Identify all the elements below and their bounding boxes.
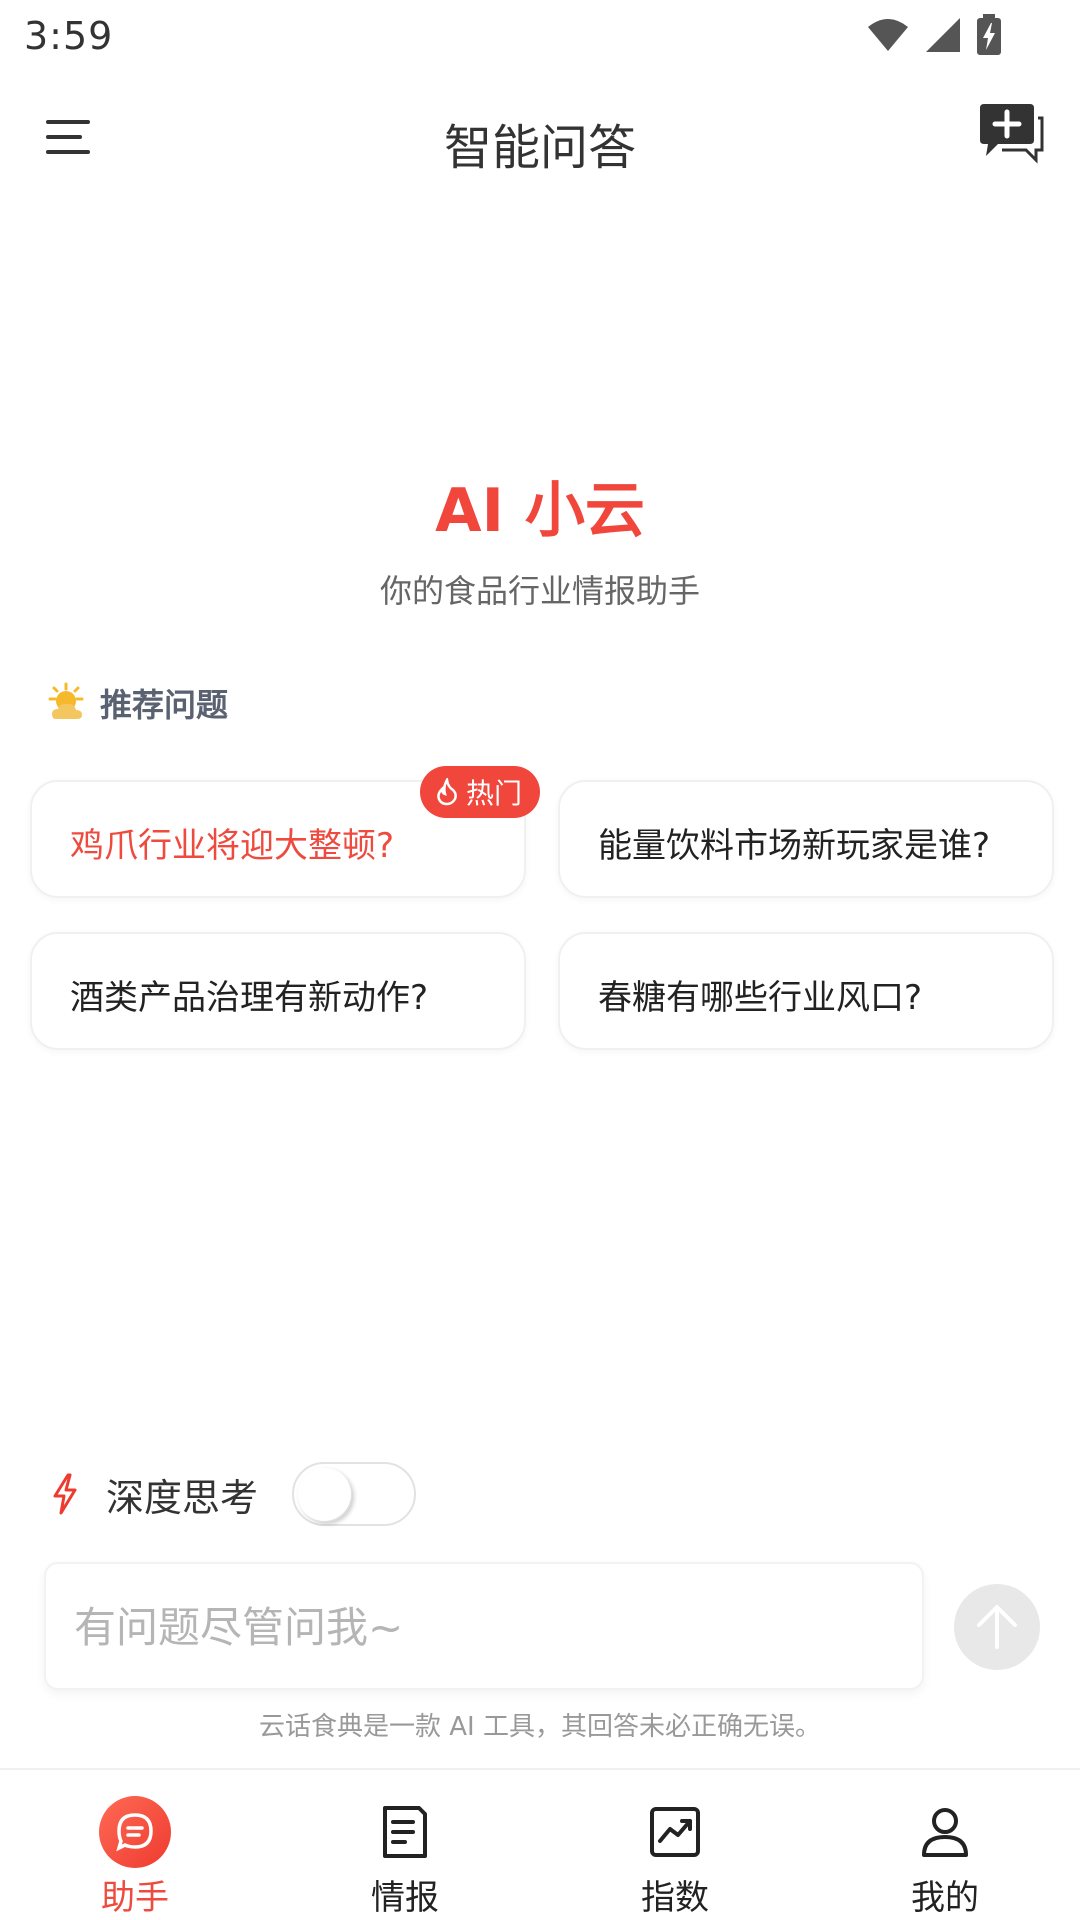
hot-badge-label: 热门 [465,777,522,810]
screen: 3:59 智能问答 AI 小云 你的食品行业情报助手 推荐问题 鸡爪行业将迎大整… [0,0,1080,1920]
question-card-1[interactable]: 鸡爪行业将迎大整顿? 热门 [30,766,540,898]
nav-active-indicator [99,1796,171,1868]
nav-item-assistant[interactable]: 助手 [0,1770,270,1920]
nav-label: 我的 [911,1878,979,1918]
nav-label: 助手 [101,1878,169,1918]
recommend-title: 推荐问题 [100,686,229,724]
flame-icon [437,778,457,806]
question-text: 酒类产品治理有新动作? [70,978,429,1018]
lightning-icon [53,1473,77,1515]
nav-item-intel[interactable]: 情报 [270,1770,540,1920]
status-bar: 3:59 [0,0,1080,72]
question-text: 能量饮料市场新玩家是谁? [598,826,991,866]
trend-chart-icon [650,1807,700,1857]
chat-bubble-icon [116,1813,153,1852]
wifi-icon [868,19,908,51]
input-placeholder: 有问题尽管问我~ [74,1603,404,1652]
battery-charging-icon [977,14,1001,55]
hero-title: AI 小云 [435,476,645,546]
sun-cloud-icon [48,682,84,719]
nav-label: 指数 [641,1878,709,1918]
status-time: 3:59 [24,14,114,58]
send-button[interactable] [954,1584,1040,1670]
new-chat-button[interactable] [976,102,1046,168]
question-text: 鸡爪行业将迎大整顿? [70,826,395,866]
question-card-4[interactable]: 春糖有哪些行业风口? [558,932,1054,1050]
hero-subtitle: 你的食品行业情报助手 [379,572,700,610]
recommend-header: 推荐问题 [44,680,228,726]
bottom-nav: 助手 情报 指数 我的 [0,1768,1080,1920]
user-icon [922,1808,968,1857]
page-title: 智能问答 [443,120,636,176]
question-input[interactable]: 有问题尽管问我~ [44,1562,924,1690]
nav-item-index[interactable]: 指数 [540,1770,810,1920]
new-chat-icon [980,104,1044,164]
hot-badge: 热门 [419,766,540,818]
disclaimer: 云话食典是一款 AI 工具，其回答未必正确无误。 [259,1712,821,1742]
toggle-knob [298,1468,353,1522]
deep-think-toggle[interactable] [292,1462,417,1526]
question-card-3[interactable]: 酒类产品治理有新动作? [30,932,526,1050]
status-icons [866,14,1002,56]
signal-icon [926,18,960,52]
deep-think-label: 深度思考 [106,1475,259,1520]
arrow-up-icon [977,1605,1017,1649]
app-header: 智能问答 [0,90,1080,190]
nav-item-mine[interactable]: 我的 [810,1770,1080,1920]
deep-think-row: 深度思考 [50,1462,417,1526]
document-icon [383,1806,427,1858]
nav-label: 情报 [371,1878,439,1918]
question-text: 春糖有哪些行业风口? [598,978,923,1018]
question-card-2[interactable]: 能量饮料市场新玩家是谁? [558,780,1054,898]
